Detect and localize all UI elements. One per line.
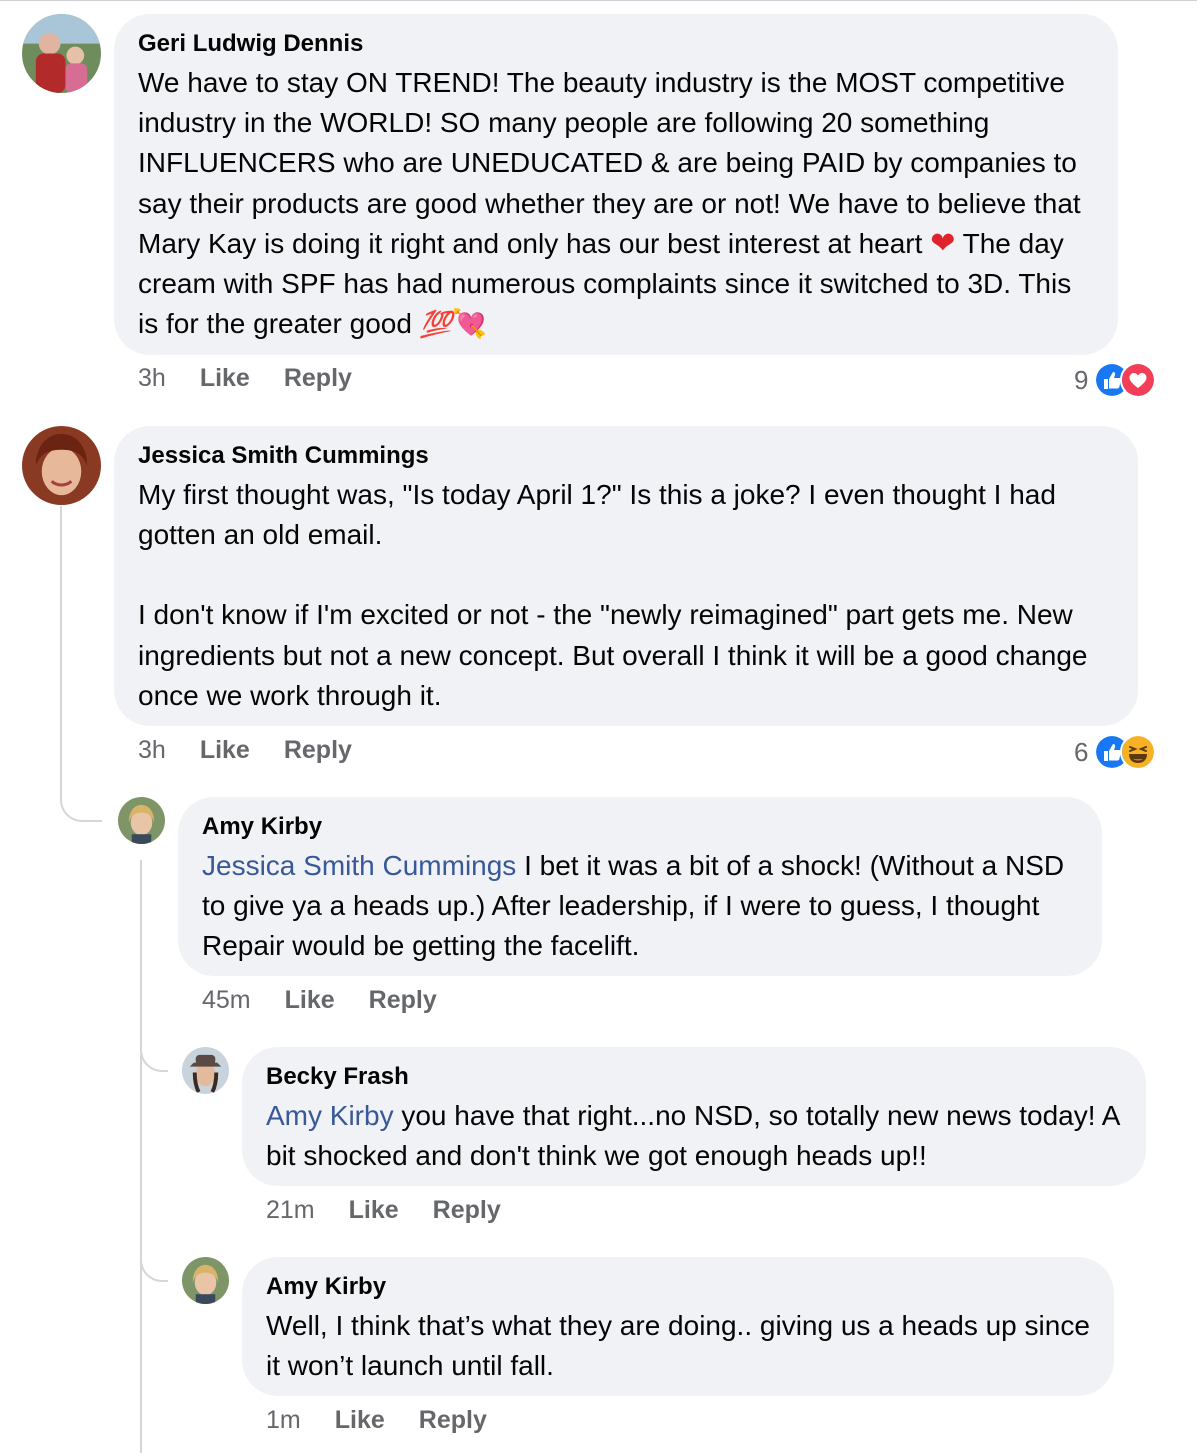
comment-actions: 3h Like Reply	[138, 736, 386, 765]
profile-photo-icon	[22, 14, 101, 93]
like-button[interactable]: Like	[349, 1196, 399, 1225]
profile-photo-icon	[182, 1047, 229, 1094]
reply-button[interactable]: Reply	[433, 1196, 501, 1225]
comment-timestamp[interactable]: 3h	[138, 736, 166, 765]
top-divider	[0, 0, 1197, 1]
profile-photo-icon	[182, 1257, 229, 1304]
comment-bubble: Jessica Smith Cummings My first thought …	[114, 426, 1138, 726]
comment-author[interactable]: Jessica Smith Cummings	[138, 441, 1114, 471]
reaction-summary[interactable]: 9	[1074, 362, 1157, 398]
reply-author[interactable]: Amy Kirby	[202, 812, 1078, 842]
thread-line-amy	[140, 860, 142, 1453]
reply-button[interactable]: Reply	[284, 736, 352, 765]
reply-actions: 21m Like Reply	[266, 1196, 535, 1225]
heart-with-arrow-emoji-icon: 💘	[452, 308, 487, 340]
profile-photo-icon	[22, 426, 101, 505]
reply-button[interactable]: Reply	[369, 986, 437, 1015]
comment-bubble: Geri Ludwig Dennis We have to stay ON TR…	[114, 14, 1118, 355]
reply-actions: 45m Like Reply	[202, 986, 471, 1015]
mention-link[interactable]: Jessica Smith Cummings	[202, 850, 516, 881]
mention-link[interactable]: Amy Kirby	[266, 1100, 394, 1131]
avatar[interactable]	[182, 1047, 229, 1094]
comment-author[interactable]: Geri Ludwig Dennis	[138, 29, 1094, 59]
comment-timestamp[interactable]: 3h	[138, 364, 166, 393]
like-button[interactable]: Like	[285, 986, 335, 1015]
haha-reaction-icon	[1120, 734, 1157, 770]
comment-actions: 3h Like Reply	[138, 364, 386, 393]
reply-bubble: Amy Kirby Well, I think that’s what they…	[242, 1257, 1114, 1396]
red-heart-emoji-icon: ❤	[930, 225, 956, 261]
avatar[interactable]	[118, 797, 165, 844]
reply-timestamp[interactable]: 1m	[266, 1406, 301, 1435]
reply-bubble: Becky Frash Amy Kirby you have that righ…	[242, 1047, 1146, 1186]
reply-actions: 1m Like Reply	[266, 1406, 521, 1435]
reply-button[interactable]: Reply	[284, 364, 352, 393]
like-button[interactable]: Like	[200, 364, 250, 393]
reply-author[interactable]: Becky Frash	[266, 1062, 1122, 1092]
thread-connector-becky	[140, 1040, 168, 1072]
reply-timestamp[interactable]: 45m	[202, 986, 251, 1015]
like-button[interactable]: Like	[200, 736, 250, 765]
reaction-summary[interactable]: 6	[1074, 734, 1157, 770]
reply-text: Amy Kirby you have that right...no NSD, …	[266, 1100, 1119, 1172]
comment-text: My first thought was, "Is today April 1?…	[138, 475, 1114, 716]
comment-paragraph: My first thought was, "Is today April 1?…	[138, 479, 1056, 551]
hundred-points-emoji-icon: 💯	[419, 309, 453, 340]
avatar[interactable]	[22, 14, 101, 93]
reply-text: Jessica Smith Cummings I bet it was a bi…	[202, 850, 1065, 962]
profile-photo-icon	[118, 797, 165, 844]
thread-connector-amy-2	[140, 1250, 168, 1282]
reply-author[interactable]: Amy Kirby	[266, 1272, 1090, 1302]
reaction-count: 6	[1074, 736, 1089, 767]
reply-button[interactable]: Reply	[419, 1406, 487, 1435]
like-button[interactable]: Like	[335, 1406, 385, 1435]
love-reaction-icon	[1120, 362, 1157, 398]
comment-text: We have to stay ON TREND! The beauty ind…	[138, 67, 1081, 340]
reply-text: Well, I think that’s what they are doing…	[266, 1310, 1090, 1382]
avatar[interactable]	[22, 426, 101, 505]
avatar[interactable]	[182, 1257, 229, 1304]
thread-connector-jessica	[60, 506, 102, 822]
comment-paragraph: I don't know if I'm excited or not - the…	[138, 599, 1088, 711]
reply-bubble: Amy Kirby Jessica Smith Cummings I bet i…	[178, 797, 1102, 976]
reply-timestamp[interactable]: 21m	[266, 1196, 315, 1225]
reaction-count: 9	[1074, 364, 1089, 395]
